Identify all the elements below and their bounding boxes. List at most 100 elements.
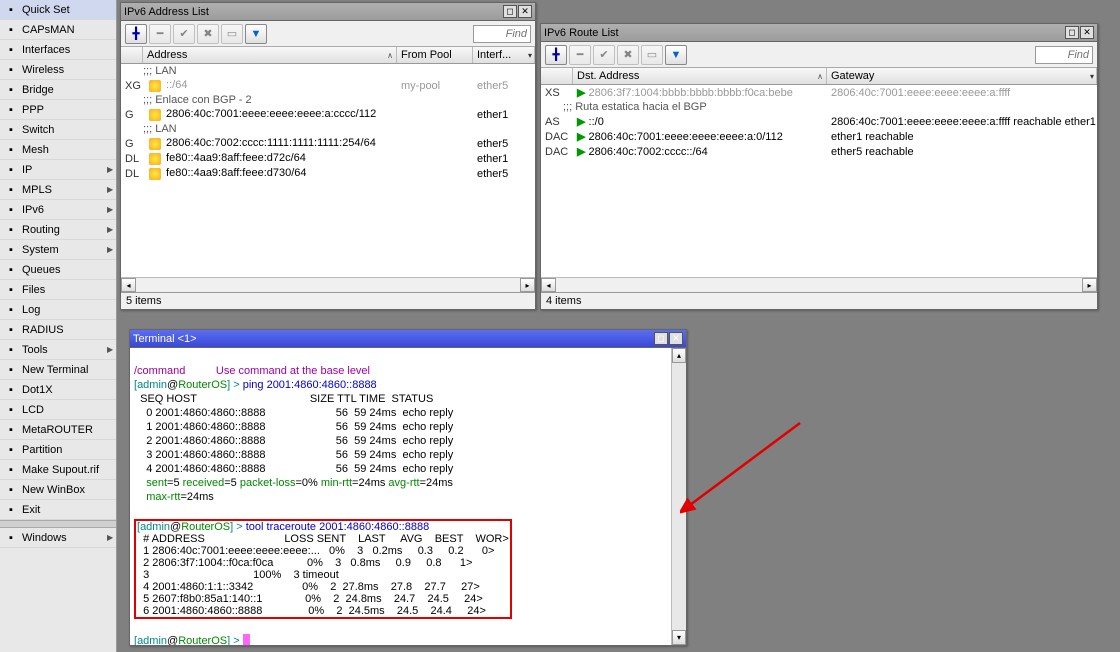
address-titlebar[interactable]: IPv6 Address List ◻ ✕ [121, 3, 535, 21]
close-button[interactable]: ✕ [669, 332, 683, 345]
sidebar-item-radius[interactable]: ▪RADIUS [0, 320, 116, 340]
sidebar-item-ppp[interactable]: ▪PPP [0, 100, 116, 120]
menu-icon: ▪ [3, 122, 19, 138]
address-hscroll[interactable]: ◂▸ [121, 277, 535, 292]
enable-button[interactable]: ✔ [173, 24, 195, 44]
menu-icon: ▪ [3, 362, 19, 378]
sidebar-item-mpls[interactable]: ▪MPLS▶ [0, 180, 116, 200]
sidebar-label: PPP [22, 104, 113, 116]
restore-button[interactable]: ◻ [1065, 26, 1079, 39]
row-dst: ▶ 2806:3f7:1004:bbbb:bbbb:bbbb:f0ca:bebe [573, 86, 827, 99]
route-titlebar[interactable]: IPv6 Route List ◻ ✕ [541, 24, 1097, 42]
find-box [1035, 46, 1093, 64]
disable-button[interactable]: ✖ [617, 45, 639, 65]
menu-icon: ▪ [3, 182, 19, 198]
menu-icon: ▪ [3, 342, 19, 358]
scroll-right-icon[interactable]: ▸ [1082, 278, 1097, 292]
add-button[interactable]: ╋ [125, 24, 147, 44]
scroll-left-icon[interactable]: ◂ [541, 278, 556, 292]
close-button[interactable]: ✕ [1080, 26, 1094, 39]
sidebar-label: IP [22, 164, 107, 176]
sidebar-label: System [22, 244, 107, 256]
sidebar-item-partition[interactable]: ▪Partition [0, 440, 116, 460]
sidebar-item-system[interactable]: ▪System▶ [0, 240, 116, 260]
terminal-titlebar[interactable]: Terminal <1> ◻ ✕ [130, 330, 686, 348]
restore-button[interactable]: ◻ [503, 5, 517, 18]
row-gateway: 2806:40c:7001:eeee:eeee:eeee:a:ffff [827, 87, 1097, 99]
sidebar-item-metarouter[interactable]: ▪MetaROUTER [0, 420, 116, 440]
sidebar-item-windows[interactable]: ▪Windows▶ [0, 528, 116, 548]
table-row[interactable]: DAC▶ 2806:40c:7001:eeee:eeee:eeee:a:0/11… [541, 129, 1097, 144]
sidebar-item-wireless[interactable]: ▪Wireless [0, 60, 116, 80]
terminal-output[interactable]: /command Use command at the base level [… [130, 348, 686, 645]
sidebar-item-lcd[interactable]: ▪LCD [0, 400, 116, 420]
table-row[interactable]: XG ::/64my-poolether5 [121, 78, 535, 93]
sidebar-item-quick-set[interactable]: ▪Quick Set [0, 0, 116, 20]
sidebar-item-mesh[interactable]: ▪Mesh [0, 140, 116, 160]
sidebar-label: LCD [22, 404, 113, 416]
scroll-down-icon[interactable]: ▾ [672, 630, 686, 645]
sidebar-item-ip[interactable]: ▪IP▶ [0, 160, 116, 180]
sidebar-item-new-terminal[interactable]: ▪New Terminal [0, 360, 116, 380]
disable-button[interactable]: ✖ [197, 24, 219, 44]
filter-button[interactable]: ▼ [245, 24, 267, 44]
sidebar-label: Windows [22, 532, 107, 544]
remove-button[interactable]: ━ [569, 45, 591, 65]
table-row[interactable]: DL fe80::4aa9:8aff:feee:d72c/64ether1 [121, 151, 535, 166]
sidebar-item-files[interactable]: ▪Files [0, 280, 116, 300]
col-flags[interactable] [121, 47, 143, 63]
scroll-right-icon[interactable]: ▸ [520, 278, 535, 292]
sidebar-item-ipv6[interactable]: ▪IPv6▶ [0, 200, 116, 220]
row-flags: DAC [541, 146, 573, 158]
comment-button[interactable]: ▭ [641, 45, 663, 65]
traceroute-row: 3 100% 3 timeout [137, 569, 339, 581]
route-hscroll[interactable]: ◂▸ [541, 277, 1097, 292]
sidebar-item-dot1x[interactable]: ▪Dot1X [0, 380, 116, 400]
sidebar-item-bridge[interactable]: ▪Bridge [0, 80, 116, 100]
add-button[interactable]: ╋ [545, 45, 567, 65]
sidebar-label: MPLS [22, 184, 107, 196]
restore-button[interactable]: ◻ [654, 332, 668, 345]
col-interface[interactable]: Interf... [473, 47, 535, 63]
ipv6-route-window: IPv6 Route List ◻ ✕ ╋ ━ ✔ ✖ ▭ ▼ Dst. Add… [540, 23, 1098, 310]
col-from-pool[interactable]: From Pool [397, 47, 473, 63]
table-row[interactable]: XS▶ 2806:3f7:1004:bbbb:bbbb:bbbb:f0ca:be… [541, 85, 1097, 100]
sidebar-item-routing[interactable]: ▪Routing▶ [0, 220, 116, 240]
table-row[interactable]: G 2806:40c:7002:cccc:1111:1111:1111:254/… [121, 136, 535, 151]
find-input[interactable] [473, 25, 531, 43]
remove-button[interactable]: ━ [149, 24, 171, 44]
sidebar-item-queues[interactable]: ▪Queues [0, 260, 116, 280]
address-icon [149, 80, 161, 92]
traceroute-header: # ADDRESS LOSS SENT LAST AVG BEST WOR> [137, 533, 509, 545]
sidebar-item-tools[interactable]: ▪Tools▶ [0, 340, 116, 360]
row-gateway: ether1 reachable [827, 131, 1097, 143]
comment-button[interactable]: ▭ [221, 24, 243, 44]
scroll-left-icon[interactable]: ◂ [121, 278, 136, 292]
table-row[interactable]: DL fe80::4aa9:8aff:feee:d730/64ether5 [121, 166, 535, 181]
table-row[interactable]: G 2806:40c:7001:eeee:eeee:eeee:a:cccc/11… [121, 107, 535, 122]
filter-button[interactable]: ▼ [665, 45, 687, 65]
address-icon [149, 168, 161, 180]
route-grid[interactable]: XS▶ 2806:3f7:1004:bbbb:bbbb:bbbb:f0ca:be… [541, 85, 1097, 277]
scroll-up-icon[interactable]: ▴ [672, 348, 686, 363]
sidebar-item-switch[interactable]: ▪Switch [0, 120, 116, 140]
col-gateway[interactable]: Gateway [827, 68, 1097, 84]
sidebar-item-interfaces[interactable]: ▪Interfaces [0, 40, 116, 60]
col-dst-address[interactable]: Dst. Address [573, 68, 827, 84]
sidebar-item-log[interactable]: ▪Log [0, 300, 116, 320]
close-button[interactable]: ✕ [518, 5, 532, 18]
table-row[interactable]: AS▶ ::/02806:40c:7001:eeee:eeee:eeee:a:f… [541, 114, 1097, 129]
sidebar-item-new-winbox[interactable]: ▪New WinBox [0, 480, 116, 500]
table-row[interactable]: DAC▶ 2806:40c:7002:cccc::/64ether5 reach… [541, 144, 1097, 159]
enable-button[interactable]: ✔ [593, 45, 615, 65]
find-input[interactable] [1035, 46, 1093, 64]
sidebar-item-capsman[interactable]: ▪CAPsMAN [0, 20, 116, 40]
sidebar-item-make-supout-rif[interactable]: ▪Make Supout.rif [0, 460, 116, 480]
traceroute-row: 2 2806:3f7:1004::f0ca:f0ca 0% 3 0.8ms 0.… [137, 557, 472, 569]
address-count: 5 items [126, 295, 161, 307]
sidebar-item-exit[interactable]: ▪Exit [0, 500, 116, 520]
address-grid[interactable]: ;;; LANXG ::/64my-poolether5;;; Enlace c… [121, 64, 535, 277]
col-address[interactable]: Address [143, 47, 397, 63]
sidebar-label: CAPsMAN [22, 24, 113, 36]
col-flags[interactable] [541, 68, 573, 84]
